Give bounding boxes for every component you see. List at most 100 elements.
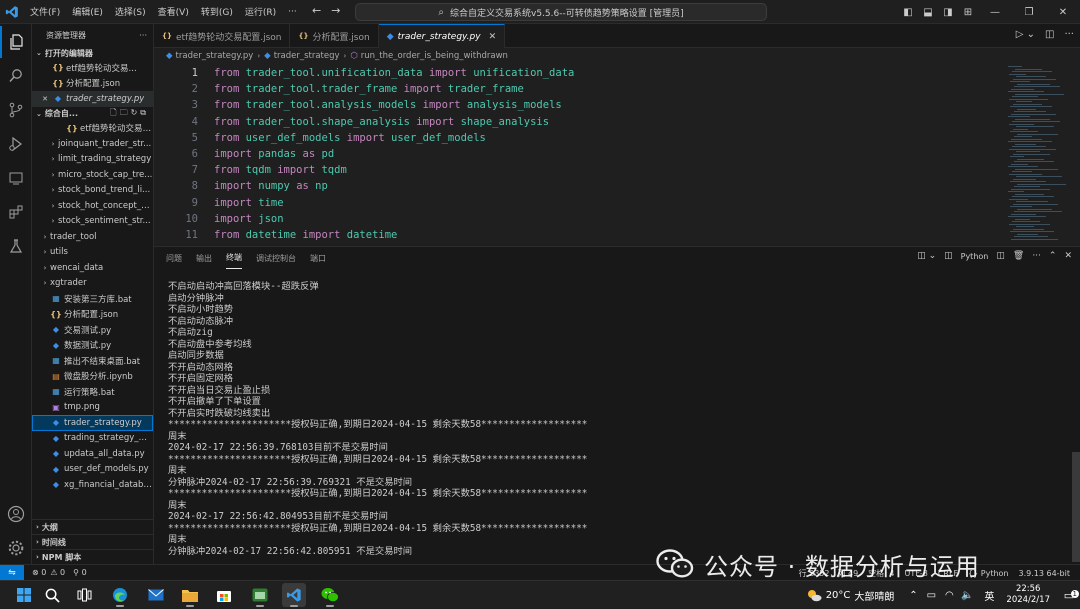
chevron-up-icon[interactable]: ⌃ <box>904 590 922 601</box>
problems-errors[interactable]: ⊗ 0 <box>32 568 46 577</box>
breadcrumb-function[interactable]: run_the_order_is_being_withdrawn <box>361 51 508 61</box>
mail-icon[interactable] <box>144 583 168 607</box>
notification-icon[interactable]: ▭ 1 <box>1058 589 1080 602</box>
edge-browser-icon[interactable] <box>108 583 132 607</box>
open-editor-item[interactable]: {} 分析配置.json <box>32 76 153 92</box>
close-panel-icon[interactable]: ✕ <box>1064 251 1072 261</box>
code-line[interactable]: 9 import time <box>154 195 1004 211</box>
tree-file[interactable]: ◆ trader_strategy.py <box>32 415 153 431</box>
open-editor-item[interactable]: {} etf趋势轮动交易... <box>32 60 153 76</box>
code-line[interactable]: 8 import numpy as np <box>154 178 1004 194</box>
chevron-up-icon[interactable]: ⌃ <box>1049 251 1057 261</box>
code-line[interactable]: 1 from trader_tool.unification_data impor… <box>154 65 1004 81</box>
toggle-sidebar-icon[interactable]: ◧ <box>898 7 918 18</box>
collapse-all-icon[interactable]: ⧉ <box>140 108 149 117</box>
source-control-icon[interactable] <box>0 94 32 126</box>
code-line[interactable]: 11 from datetime import datetime <box>154 227 1004 243</box>
windows-start-icon[interactable] <box>12 583 36 607</box>
menu-file[interactable]: 文件(F) <box>24 5 66 18</box>
tree-file[interactable]: ◆ user_def_models.py <box>32 462 153 478</box>
trash-icon[interactable]: 🗑 <box>1013 251 1024 261</box>
vscode-taskbar-icon[interactable] <box>282 583 306 607</box>
menu-go[interactable]: 转到(G) <box>195 5 239 18</box>
editor-tab[interactable]: {} 分析配置.json <box>290 24 379 48</box>
run-python-icon[interactable]: ▷ ⌄ <box>1016 29 1035 40</box>
network-icon[interactable]: ◠ <box>940 590 958 601</box>
tree-file[interactable]: {} 分析配置.json <box>32 307 153 323</box>
run-debug-icon[interactable] <box>0 128 32 160</box>
forward-arrow-icon[interactable]: → <box>331 4 340 17</box>
tree-file[interactable]: {} etf趋势轮动交易配... <box>32 121 153 137</box>
open-editor-item[interactable]: ✕ ◆ trader_strategy.py <box>32 91 153 107</box>
display-icon[interactable]: ▭ <box>922 590 940 601</box>
breadcrumb-module[interactable]: trader_strategy <box>274 51 340 61</box>
tree-file[interactable]: ◆ 数据测试.py <box>32 338 153 354</box>
problems-warnings[interactable]: ⚠ 0 <box>50 568 65 577</box>
tree-file[interactable]: ◆ trading_strategy_mod... <box>32 431 153 447</box>
tree-file[interactable]: ◆ xg_financial_database... <box>32 477 153 493</box>
ports-indicator[interactable]: ⚲ 0 <box>73 568 87 577</box>
panel-tab[interactable]: 端口 <box>310 247 326 269</box>
editor-tab[interactable]: ◆ trader_strategy.py ✕ <box>378 24 506 48</box>
more-actions-icon[interactable]: ··· <box>139 31 147 40</box>
code-line[interactable]: 3 from trader_tool.analysis_models import… <box>154 97 1004 113</box>
minimize-icon[interactable]: — <box>978 7 1012 18</box>
menu-selection[interactable]: 选择(S) <box>109 5 152 18</box>
toggle-secondary-sidebar-icon[interactable]: ◨ <box>938 7 958 18</box>
tree-file[interactable]: ▦ 推出不结束桌面.bat <box>32 353 153 369</box>
testing-icon[interactable] <box>0 230 32 262</box>
breadcrumb-file[interactable]: trader_strategy.py <box>176 51 254 61</box>
split-editor-icon[interactable]: ◫ <box>1045 29 1054 40</box>
command-center[interactable]: ⌕ 综合自定义交易系统v5.5.6--可转债趋势策略设置 [管理员] <box>355 3 767 21</box>
back-arrow-icon[interactable]: ← <box>312 4 321 17</box>
menu-edit[interactable]: 编辑(E) <box>66 5 109 18</box>
restore-icon[interactable]: ❐ <box>1012 7 1046 18</box>
outline-section[interactable]: › 大纲 <box>32 519 153 534</box>
code-line[interactable]: 4 from trader_tool.shape_analysis import … <box>154 114 1004 130</box>
npm-scripts-section[interactable]: › NPM 脚本 <box>32 549 153 564</box>
panel-tab[interactable]: 输出 <box>196 247 212 269</box>
more-actions-icon[interactable]: ··· <box>1032 251 1041 261</box>
tree-file[interactable]: ◆ updata_all_data.py <box>32 446 153 462</box>
minimap[interactable] <box>1004 64 1068 244</box>
close-icon[interactable]: ✕ <box>1046 7 1080 18</box>
file-explorer-icon[interactable] <box>178 583 202 607</box>
terminal-app-icon[interactable] <box>248 583 272 607</box>
close-tab-icon[interactable]: ✕ <box>489 32 497 42</box>
new-folder-icon[interactable]: 🗀 <box>120 108 131 117</box>
toggle-panel-icon[interactable]: ⬓ <box>918 7 938 18</box>
explorer-icon[interactable] <box>0 26 32 58</box>
timeline-section[interactable]: › 时间线 <box>32 534 153 549</box>
tree-folder[interactable]: › stock_bond_trend_li... <box>32 183 153 199</box>
tree-file[interactable]: ▦ 运行策略.bat <box>32 384 153 400</box>
open-editors-section[interactable]: ⌄ 打开的编辑器 <box>32 46 153 60</box>
code-editor[interactable]: 1 from trader_tool.unification_data impor… <box>154 64 1004 244</box>
editor-tab[interactable]: {} etf趋势轮动交易配置.json <box>154 24 291 48</box>
weather-widget[interactable]: 20°C 大部晴朗 <box>806 588 894 603</box>
terminal-scrollbar[interactable] <box>1072 452 1080 562</box>
refresh-icon[interactable]: ↻ <box>131 108 141 117</box>
close-icon[interactable]: ✕ <box>38 95 52 103</box>
tree-file[interactable]: ▤ 微盘股分析.ipynb <box>32 369 153 385</box>
tree-file[interactable]: ◆ 交易测试.py <box>32 322 153 338</box>
panel-tab[interactable]: 问题 <box>166 247 182 269</box>
code-line[interactable]: 2 from trader_tool.trader_frame import tr… <box>154 81 1004 97</box>
new-file-icon[interactable]: 🗋 <box>110 108 119 117</box>
more-actions-icon[interactable]: ··· <box>1064 29 1074 40</box>
editor-scrollbar[interactable] <box>1068 64 1080 244</box>
task-view-icon[interactable] <box>72 583 96 607</box>
panel-tab[interactable]: 调试控制台 <box>256 247 296 269</box>
split-terminal-icon[interactable]: ◫ ⌄ <box>917 251 936 261</box>
customize-layout-icon[interactable]: ⊞ <box>958 7 978 18</box>
settings-gear-icon[interactable] <box>0 532 32 564</box>
code-line[interactable]: 7 from tqdm import tqdm <box>154 162 1004 178</box>
status-item[interactable]: 3.9.13 64-bit <box>1019 569 1071 578</box>
tree-folder[interactable]: › xgtrader <box>32 276 153 292</box>
tree-folder[interactable]: › trader_tool <box>32 229 153 245</box>
store-icon[interactable] <box>212 583 236 607</box>
tree-folder[interactable]: › limit_trading_strategy <box>32 152 153 168</box>
tree-folder[interactable]: › wencai_data <box>32 260 153 276</box>
tree-folder[interactable]: › micro_stock_cap_tre... <box>32 167 153 183</box>
taskbar-search-icon[interactable] <box>40 583 64 607</box>
panel-tab[interactable]: 终端 <box>226 247 242 269</box>
